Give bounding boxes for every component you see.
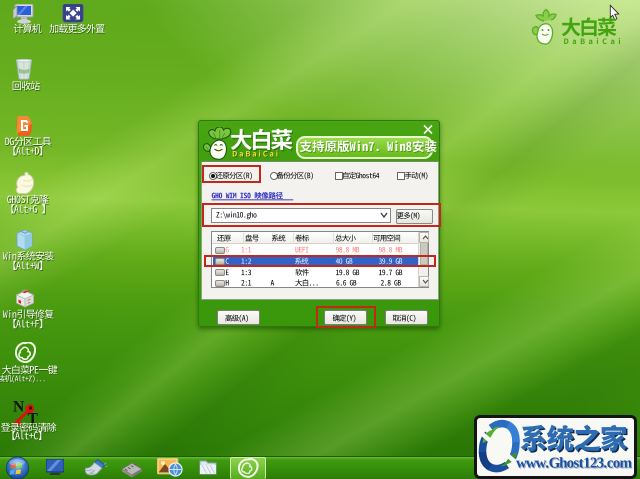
svg-text:N: N bbox=[13, 399, 24, 416]
